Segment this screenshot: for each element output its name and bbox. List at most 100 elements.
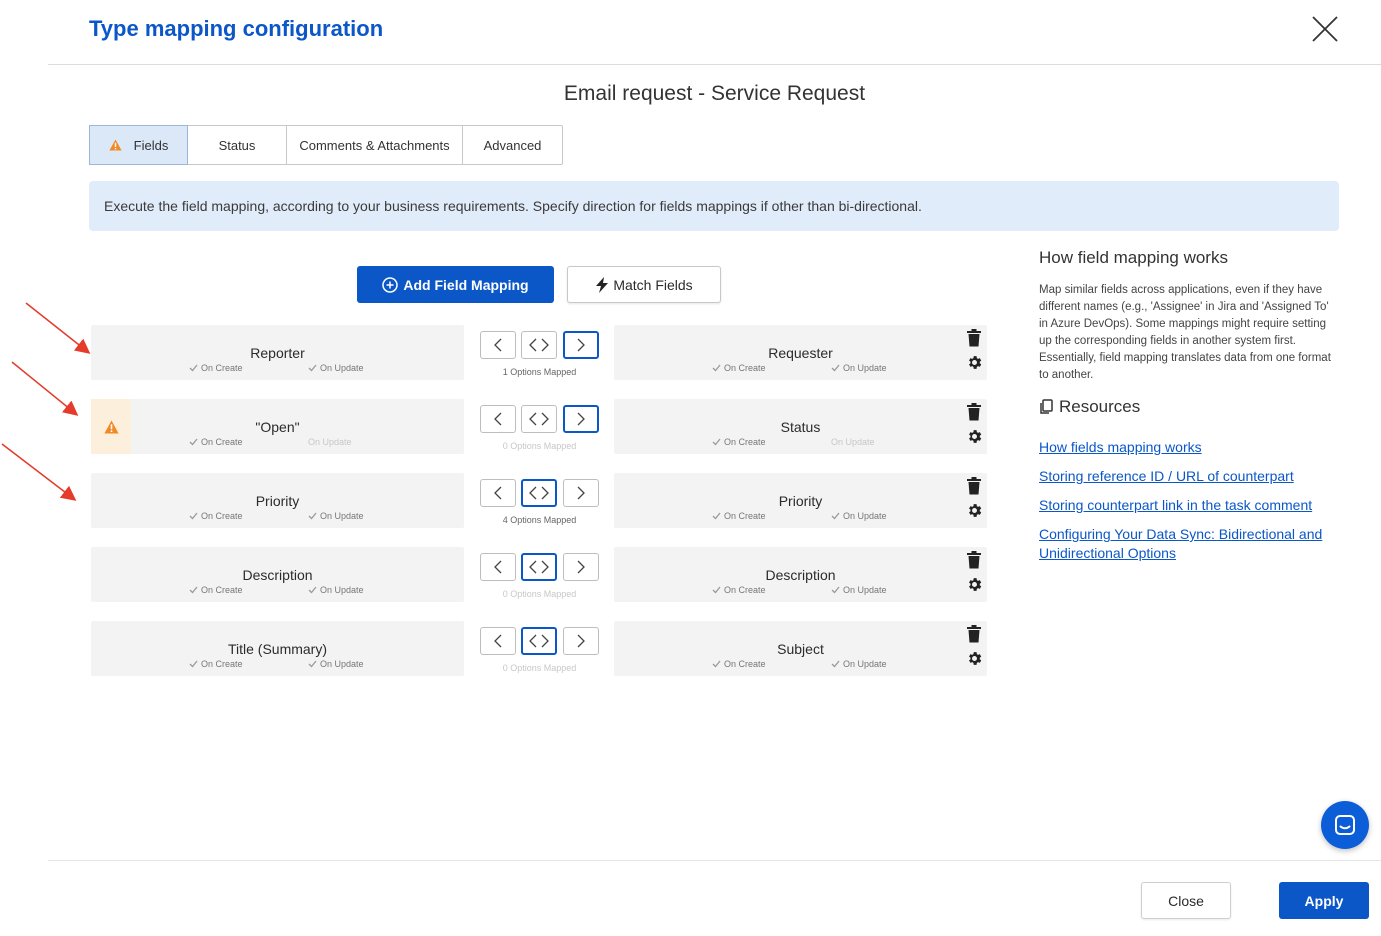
warning-icon xyxy=(109,139,122,151)
on-create-label: On Create xyxy=(201,585,243,595)
source-field[interactable]: Title (Summary) On Create On Update xyxy=(91,621,464,676)
gear-icon[interactable] xyxy=(966,502,983,519)
chevron-left-icon xyxy=(494,634,502,648)
source-field-name: Title (Summary) xyxy=(227,641,328,657)
trash-icon[interactable] xyxy=(966,625,982,643)
link-how-fields-mapping-works[interactable]: How fields mapping works xyxy=(1039,438,1339,457)
trash-icon[interactable] xyxy=(966,477,982,495)
direction-both-button[interactable] xyxy=(521,479,557,507)
tab-label: Status xyxy=(218,137,256,153)
gear-icon[interactable] xyxy=(966,576,983,593)
check-icon xyxy=(831,364,840,372)
target-field[interactable]: Requester On Create On Update xyxy=(614,325,987,380)
link-storing-counterpart-link[interactable]: Storing counterpart link in the task com… xyxy=(1039,496,1339,515)
on-create-label: On Create xyxy=(724,585,766,595)
target-field-name: Priority xyxy=(778,493,823,509)
direction-left-button[interactable] xyxy=(480,479,516,507)
chevron-both-icon xyxy=(529,634,549,648)
gear-icon[interactable] xyxy=(966,650,983,667)
on-update-label: On Update xyxy=(320,585,364,595)
dialog-header: Type mapping configuration xyxy=(0,0,1381,66)
source-field[interactable]: Description On Create On Update xyxy=(91,547,464,602)
on-create-label: On Create xyxy=(724,363,766,373)
on-create-label: On Create xyxy=(201,437,243,447)
check-icon xyxy=(712,364,721,372)
on-create-label: On Create xyxy=(724,511,766,521)
source-field[interactable]: "Open" On Create On Update xyxy=(91,399,464,454)
on-update-label: On Update xyxy=(843,511,887,521)
direction-left-button[interactable] xyxy=(480,553,516,581)
add-field-mapping-label: Add Field Mapping xyxy=(403,276,529,293)
link-configuring-data-sync[interactable]: Configuring Your Data Sync: Bidirectiona… xyxy=(1039,525,1339,563)
options-mapped-count: 0 Options Mapped xyxy=(502,589,577,599)
direction-left-button[interactable] xyxy=(480,405,516,433)
chevron-left-icon xyxy=(494,486,502,500)
gear-icon[interactable] xyxy=(966,354,983,371)
on-create-label: On Create xyxy=(724,659,766,669)
source-field-name: Reporter xyxy=(250,345,305,361)
direction-right-button[interactable] xyxy=(563,405,599,433)
header-divider xyxy=(48,64,1381,65)
source-field[interactable]: Priority On Create On Update xyxy=(91,473,464,528)
tab-label: Fields xyxy=(133,137,169,153)
direction-both-button[interactable] xyxy=(521,405,557,433)
on-update-flag: On Update xyxy=(831,511,887,521)
gear-icon[interactable] xyxy=(966,428,983,445)
tab-status[interactable]: Status xyxy=(188,126,287,164)
chevron-left-icon xyxy=(494,560,502,574)
target-field[interactable]: Subject On Create On Update xyxy=(614,621,987,676)
on-update-label: On Update xyxy=(320,511,364,521)
check-icon xyxy=(189,660,198,668)
check-icon xyxy=(308,586,317,594)
dialog-title: Type mapping configuration xyxy=(89,16,384,41)
close-button[interactable]: Close xyxy=(1141,882,1231,919)
source-field-name: "Open" xyxy=(255,419,300,435)
direction-right-button[interactable] xyxy=(563,479,599,507)
options-mapped-count: 0 Options Mapped xyxy=(502,663,577,673)
trash-icon[interactable] xyxy=(966,329,982,347)
on-update-flag: On Update xyxy=(831,437,875,447)
check-icon xyxy=(712,586,721,594)
on-create-flag: On Create xyxy=(189,585,243,595)
on-update-label: On Update xyxy=(320,363,364,373)
on-update-flag: On Update xyxy=(831,659,887,669)
chevron-right-icon xyxy=(577,634,585,648)
direction-both-button[interactable] xyxy=(521,553,557,581)
check-icon xyxy=(831,512,840,520)
on-create-flag: On Create xyxy=(712,437,766,447)
trash-icon[interactable] xyxy=(966,403,982,421)
apply-button[interactable]: Apply xyxy=(1279,882,1369,919)
options-mapped-count: 4 Options Mapped xyxy=(502,515,577,525)
direction-both-button[interactable] xyxy=(521,627,557,655)
source-field[interactable]: Reporter On Create On Update xyxy=(91,325,464,380)
direction-right-button[interactable] xyxy=(563,627,599,655)
match-fields-button[interactable]: Match Fields xyxy=(567,266,721,303)
chat-launcher-button[interactable] xyxy=(1321,801,1369,849)
direction-left-button[interactable] xyxy=(480,627,516,655)
target-field[interactable]: Status On Create On Update xyxy=(614,399,987,454)
direction-right-button[interactable] xyxy=(563,331,599,359)
direction-left-button[interactable] xyxy=(480,331,516,359)
tab-advanced[interactable]: Advanced xyxy=(463,126,562,164)
on-create-flag: On Create xyxy=(189,511,243,521)
link-storing-reference-id[interactable]: Storing reference ID / URL of counterpar… xyxy=(1039,467,1339,486)
trash-icon[interactable] xyxy=(966,551,982,569)
check-icon xyxy=(831,586,840,594)
on-update-label: On Update xyxy=(843,585,887,595)
add-field-mapping-button[interactable]: Add Field Mapping xyxy=(357,266,554,303)
on-update-label: On Update xyxy=(843,363,887,373)
target-field[interactable]: Priority On Create On Update xyxy=(614,473,987,528)
on-create-flag: On Create xyxy=(712,511,766,521)
direction-right-button[interactable] xyxy=(563,553,599,581)
check-icon xyxy=(308,660,317,668)
resources-title: Resources xyxy=(1039,397,1140,417)
close-icon[interactable] xyxy=(1310,14,1340,44)
options-mapped-count: 1 Options Mapped xyxy=(502,367,577,377)
on-create-flag: On Create xyxy=(189,437,243,447)
target-field[interactable]: Description On Create On Update xyxy=(614,547,987,602)
tab-fields[interactable]: Fields xyxy=(89,125,188,165)
tab-comments-attachments[interactable]: Comments & Attachments xyxy=(287,126,463,164)
direction-both-button[interactable] xyxy=(521,331,557,359)
tab-label: Advanced xyxy=(483,137,542,153)
chevron-right-icon xyxy=(577,338,585,352)
